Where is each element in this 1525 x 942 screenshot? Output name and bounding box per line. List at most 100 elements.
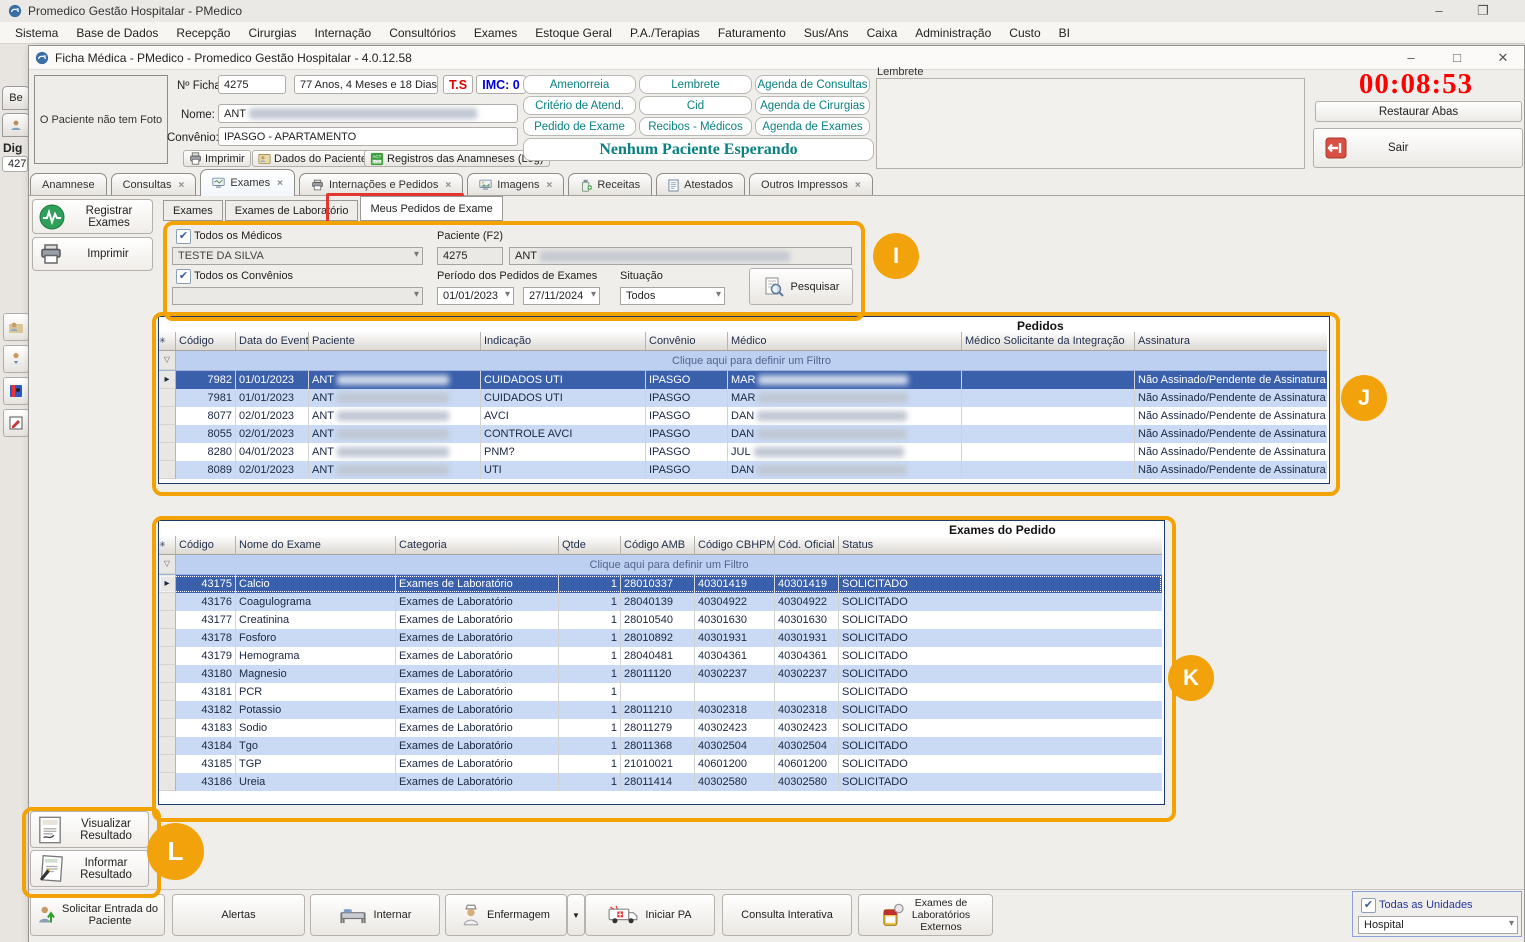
amenorreia-button[interactable]: Amenorreia	[523, 75, 636, 94]
column-header-indicacao[interactable]: Indicação	[481, 332, 646, 351]
tab-receitas[interactable]: Receitas	[568, 173, 652, 196]
grid-filter-row[interactable]: ▽Clique aqui para definir um Filtro	[159, 555, 1162, 575]
table-row[interactable]: 43183SodioExames de Laboratório128011279…	[159, 719, 1162, 737]
menu-item-pa-terapias[interactable]: P.A./Terapias	[621, 23, 709, 43]
column-header-paciente[interactable]: Paciente	[309, 332, 481, 351]
grid-filter-row[interactable]: ▽Clique aqui para definir um Filtro	[159, 351, 1327, 371]
menu-item-bi[interactable]: BI	[1050, 23, 1079, 43]
tab-internacoes-e-pedidos[interactable]: Internações e Pedidos×	[299, 173, 463, 196]
menu-item-consultorios[interactable]: Consultórios	[380, 23, 465, 43]
visualizar-resultado-button[interactable]: VisualizarResultado	[30, 811, 149, 848]
close-icon[interactable]: ×	[445, 180, 451, 191]
data-fim-dropdown[interactable]: 27/11/2024▾	[523, 287, 600, 305]
subtab-meus-pedidos-de-exame[interactable]: Meus Pedidos de Exame	[360, 196, 502, 221]
table-row[interactable]: 807702/01/2023ANTAVCIIPASGODANNão Assina…	[159, 407, 1327, 425]
ficha-field[interactable]: 4275	[218, 75, 286, 94]
consulta-interativa-button[interactable]: Consulta Interativa	[722, 894, 852, 936]
paciente-nome-field[interactable]: ANT	[509, 247, 852, 265]
convenio-dropdown[interactable]: ▾	[172, 287, 423, 305]
recibos-medicos-button[interactable]: Recibos - Médicos	[639, 117, 752, 136]
ts-badge[interactable]: T.S	[443, 75, 473, 94]
column-header-oficial[interactable]: Cód. Oficial	[775, 536, 839, 555]
exames-laboratorios-externos-button[interactable]: Exames deLaboratóriosExternos	[858, 894, 993, 936]
sair-button[interactable]: Sair	[1313, 128, 1523, 168]
menu-item-administracao[interactable]: Administração	[906, 23, 1000, 43]
subtab-exames[interactable]: Exames	[163, 200, 223, 221]
menu-item-recepcao[interactable]: Recepção	[167, 23, 239, 43]
column-header-convenio[interactable]: Convênio	[646, 332, 728, 351]
column-header-status[interactable]: Status	[839, 536, 1162, 555]
background-notepad-icon[interactable]	[3, 409, 29, 437]
close-icon[interactable]: ×	[546, 180, 552, 191]
background-patients-icon[interactable]	[3, 313, 29, 341]
table-row[interactable]: 43179HemogramaExames de Laboratório12804…	[159, 647, 1162, 665]
alertas-button[interactable]: Alertas	[172, 894, 305, 936]
tab-exames[interactable]: Exames×	[200, 169, 295, 196]
column-header-assinatura[interactable]: Assinatura	[1135, 332, 1327, 351]
convenio-field[interactable]: IPASGO - APARTAMENTO	[218, 127, 518, 146]
column-header-nome[interactable]: Nome do Exame	[236, 536, 396, 555]
column-header-amb[interactable]: Código AMB	[621, 536, 695, 555]
table-row[interactable]: 805502/01/2023ANTCONTROLE AVCIIPASGODANN…	[159, 425, 1327, 443]
tab-outros-impressos[interactable]: Outros Impressos×	[749, 173, 873, 196]
close-icon[interactable]: ×	[179, 180, 185, 191]
tab-consultas[interactable]: Consultas×	[111, 173, 197, 196]
pesquisar-button[interactable]: Pesquisar	[749, 268, 853, 305]
paciente-codigo-field[interactable]: 4275	[437, 247, 503, 265]
window-close-button[interactable]: ✕	[1492, 49, 1514, 67]
imprimir-header-button[interactable]: Imprimir	[183, 150, 251, 167]
situacao-dropdown[interactable]: Todos▾	[620, 287, 725, 305]
iniciar-pa-button[interactable]: Iniciar PA	[585, 894, 715, 936]
filter-hint[interactable]: Clique aqui para definir um Filtro	[176, 351, 1327, 370]
imc-badge[interactable]: IMC: 0	[476, 75, 526, 94]
agenda-de-consultas-button[interactable]: Agenda de Consultas	[755, 75, 870, 94]
informar-resultado-button[interactable]: InformarResultado	[30, 850, 149, 887]
menu-item-faturamento[interactable]: Faturamento	[709, 23, 795, 43]
background-doctor-icon[interactable]	[3, 345, 29, 373]
pedido-de-exame-button[interactable]: Pedido de Exame	[523, 117, 636, 136]
menu-item-sus-ans[interactable]: Sus/Ans	[795, 23, 858, 43]
table-row[interactable]: 43176CoagulogramaExames de Laboratório12…	[159, 593, 1162, 611]
table-row[interactable]: 43185TGPExames de Laboratório12101002140…	[159, 755, 1162, 773]
solicitar-entrada-button[interactable]: Solicitar Entrada doPaciente	[30, 894, 165, 936]
tab-atestados[interactable]: Atestados	[656, 173, 745, 196]
filter-hint[interactable]: Clique aqui para definir um Filtro	[176, 555, 1162, 574]
column-header-cbhpm[interactable]: Código CBHPM	[695, 536, 775, 555]
subtab-exames-de-laboratorio[interactable]: Exames de Laboratório	[225, 200, 359, 221]
table-row[interactable]: ▸798201/01/2023ANTCUIDADOS UTIIPASGOMARN…	[159, 371, 1327, 389]
imprimir-side-button[interactable]: Imprimir	[32, 237, 153, 271]
dados-do-paciente-button[interactable]: Dados do Paciente	[252, 150, 373, 167]
agenda-de-cirurgias-button[interactable]: Agenda de Cirurgias	[755, 96, 870, 115]
todos-os-medicos-checkbox[interactable]: ✔	[176, 229, 191, 244]
cid-button[interactable]: Cid	[639, 96, 752, 115]
internar-button[interactable]: Internar	[310, 894, 440, 936]
column-header-integracao[interactable]: Médico Solicitante da Integração	[962, 332, 1135, 351]
table-row[interactable]: 43182PotassioExames de Laboratório128011…	[159, 701, 1162, 719]
table-row[interactable]: 828004/01/2023ANTPNM?IPASGOJULNão Assina…	[159, 443, 1327, 461]
app-restore-button[interactable]: ❐	[1472, 2, 1494, 20]
column-header-data[interactable]: Data do Event	[236, 332, 309, 351]
menu-item-cirurgias[interactable]: Cirurgias	[239, 23, 305, 43]
restaurar-abas-button[interactable]: Restaurar Abas	[1315, 101, 1522, 122]
column-header-codigo[interactable]: Código	[176, 536, 236, 555]
registros-anamneses-button[interactable]: ACTLOG Registros das Anamneses (Log)	[364, 150, 550, 167]
menu-item-internacao[interactable]: Internação	[305, 23, 380, 43]
menu-item-exames[interactable]: Exames	[465, 23, 526, 43]
table-row[interactable]: 43186UreiaExames de Laboratório128011414…	[159, 773, 1162, 791]
agenda-de-exames-button[interactable]: Agenda de Exames	[755, 117, 870, 136]
background-book-icon[interactable]	[3, 377, 29, 405]
enfermagem-button[interactable]: Enfermagem	[445, 894, 567, 936]
criterio-de-atend-button[interactable]: Critério de Atend.	[523, 96, 636, 115]
lembrete-button[interactable]: Lembrete	[639, 75, 752, 94]
window-minimize-button[interactable]: –	[1400, 49, 1422, 67]
table-row[interactable]: 808902/01/2023ANTUTIIPASGODANNão Assinad…	[159, 461, 1327, 479]
close-icon[interactable]: ×	[277, 178, 283, 189]
column-header-qtde[interactable]: Qtde	[559, 536, 621, 555]
tab-anamnese[interactable]: Anamnese	[30, 173, 107, 196]
registrar-exames-button[interactable]: Registrar Exames	[32, 199, 153, 234]
table-row[interactable]: 43184TgoExames de Laboratório12801136840…	[159, 737, 1162, 755]
enfermagem-dropdown-arrow[interactable]: ▼	[567, 894, 585, 936]
menu-item-estoque-geral[interactable]: Estoque Geral	[526, 23, 621, 43]
window-maximize-button[interactable]: □	[1446, 49, 1468, 67]
background-tab-person[interactable]	[2, 113, 30, 137]
